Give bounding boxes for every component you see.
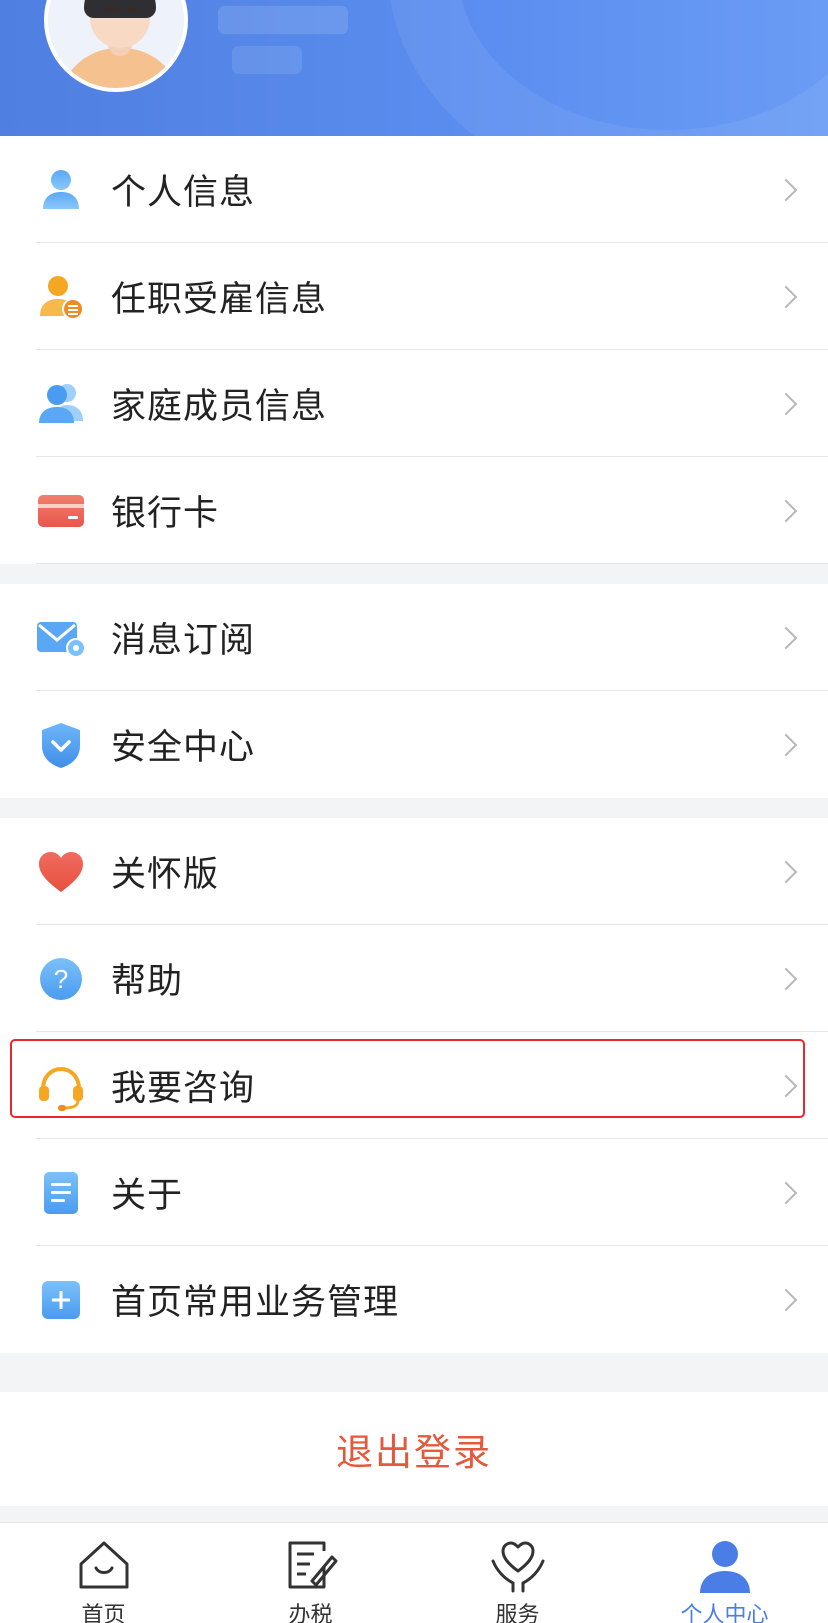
blurred-username <box>218 6 348 34</box>
menu-item-home-shortcuts[interactable]: 首页常用业务管理 <box>0 1246 828 1353</box>
tab-label: 服务 <box>495 1603 540 1623</box>
employment-icon <box>40 275 84 320</box>
tax-edit-icon <box>288 1541 337 1589</box>
service-heart-icon <box>491 1541 544 1593</box>
menu-item-about[interactable]: 关于 <box>0 1139 828 1246</box>
menu-item-label: 帮助 <box>111 962 184 1002</box>
tab-label: 办税 <box>288 1603 333 1623</box>
bottom-tab-bar: 首页 办税 服务 个人中心 <box>0 1522 828 1623</box>
chevron-right-icon <box>774 860 798 883</box>
menu-item-security-center[interactable]: 安全中心 <box>0 691 828 798</box>
plus-square-icon <box>42 1280 80 1319</box>
heart-icon <box>39 851 83 892</box>
menu-item-label: 银行卡 <box>111 494 220 534</box>
menu-item-label: 消息订阅 <box>111 621 256 661</box>
chevron-right-icon <box>774 499 798 522</box>
avatar[interactable] <box>44 0 188 92</box>
tab-home[interactable]: 首页 <box>0 1523 207 1623</box>
logout-label: 退出登录 <box>336 1431 492 1474</box>
chevron-right-icon <box>774 285 798 308</box>
svg-text:?: ? <box>54 964 68 994</box>
menu-group-support: 关怀版 ? 帮助 我要咨询 关于 首页常用业务管理 <box>0 818 828 1353</box>
menu-group-settings: 消息订阅 安全中心 <box>0 584 828 798</box>
family-icon <box>39 383 83 423</box>
document-icon <box>44 1171 78 1214</box>
chevron-right-icon <box>774 178 798 201</box>
logout-button[interactable]: 退出登录 <box>0 1392 828 1506</box>
menu-item-employment-info[interactable]: 任职受雇信息 <box>0 243 828 350</box>
tab-service[interactable]: 服务 <box>414 1523 621 1623</box>
menu-item-label: 首页常用业务管理 <box>111 1283 400 1323</box>
shield-icon <box>42 722 80 768</box>
menu-item-label: 家庭成员信息 <box>111 387 328 427</box>
menu-item-label: 关怀版 <box>111 855 220 895</box>
tab-label: 首页 <box>81 1603 126 1623</box>
chevron-right-icon <box>774 1288 798 1311</box>
help-icon: ? <box>40 957 82 1000</box>
blurred-user-info <box>232 46 302 74</box>
user-icon <box>699 1541 750 1593</box>
tab-tax[interactable]: 办税 <box>207 1523 414 1623</box>
tab-personal-center[interactable]: 个人中心 <box>621 1523 828 1623</box>
menu-item-family-info[interactable]: 家庭成员信息 <box>0 350 828 457</box>
menu-item-label: 关于 <box>111 1176 184 1216</box>
header-decoration <box>388 0 828 136</box>
home-icon <box>79 1541 128 1589</box>
menu-item-label: 个人信息 <box>111 173 256 213</box>
menu-item-message-subscription[interactable]: 消息订阅 <box>0 584 828 691</box>
mail-settings-icon <box>37 621 86 658</box>
menu-group-personal: 个人信息 任职受雇信息 家庭成员信息 银行卡 <box>0 136 828 564</box>
menu-item-label: 我要咨询 <box>111 1069 256 1109</box>
menu-item-label: 任职受雇信息 <box>111 280 328 320</box>
chevron-right-icon <box>774 392 798 415</box>
chevron-right-icon <box>774 626 798 649</box>
headset-icon <box>39 1066 83 1111</box>
chevron-right-icon <box>774 733 798 756</box>
person-icon <box>43 169 79 209</box>
chevron-right-icon <box>774 1074 798 1097</box>
menu-item-bank-card[interactable]: 银行卡 <box>0 457 828 564</box>
menu-item-care-version[interactable]: 关怀版 <box>0 818 828 925</box>
menu-item-consult[interactable]: 我要咨询 <box>0 1032 828 1139</box>
profile-header <box>0 0 828 136</box>
tab-label: 个人中心 <box>680 1603 769 1623</box>
bank-card-icon <box>38 494 84 527</box>
chevron-right-icon <box>774 1181 798 1204</box>
chevron-right-icon <box>774 967 798 990</box>
menu-item-personal-info[interactable]: 个人信息 <box>0 136 828 243</box>
menu-item-label: 安全中心 <box>111 728 256 768</box>
menu-item-help[interactable]: ? 帮助 <box>0 925 828 1032</box>
